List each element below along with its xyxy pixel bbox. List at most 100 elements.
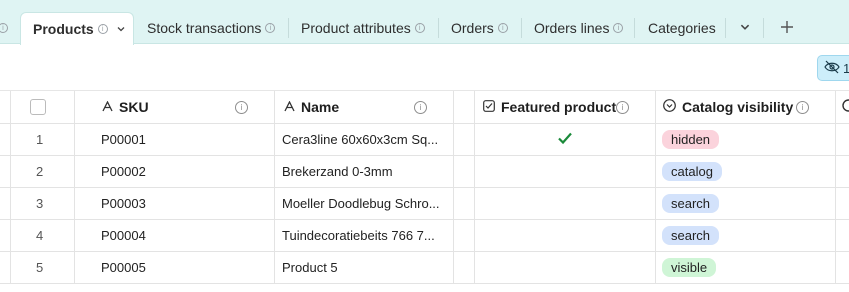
cell-visibility[interactable]: hidden — [656, 124, 836, 156]
info-icon: i — [0, 23, 8, 33]
select-field-icon — [663, 99, 676, 115]
info-icon[interactable]: i — [414, 101, 427, 114]
hide-fields-button[interactable]: 1 — [817, 55, 849, 81]
tab-label: Orders lines — [534, 20, 610, 36]
row-number-label: 2 — [36, 164, 44, 179]
sku-value: P00002 — [101, 164, 146, 179]
row-number[interactable]: 5 — [11, 252, 75, 284]
column-header-sku[interactable]: SKU i — [75, 91, 275, 124]
cell-name[interactable]: Moeller Doodlebug Schro... — [275, 188, 454, 220]
cell-sku[interactable]: P00005 — [75, 252, 275, 284]
cell-next — [836, 252, 849, 284]
cell-featured[interactable] — [475, 156, 656, 188]
info-icon[interactable]: i — [235, 101, 248, 114]
column-header-featured[interactable]: Featured product i — [475, 91, 656, 124]
status-badge: search — [662, 194, 720, 213]
plus-icon — [780, 20, 794, 37]
sku-value: P00004 — [101, 228, 146, 243]
sku-value: P00001 — [101, 132, 146, 147]
tab-label: Product attributes — [301, 20, 411, 36]
text-field-icon — [102, 99, 113, 115]
row-number[interactable]: 1 — [11, 124, 75, 156]
row-number-label: 3 — [36, 196, 44, 211]
cell-sku[interactable]: P00002 — [75, 156, 275, 188]
cell-next — [836, 124, 849, 156]
tab-divider — [521, 18, 522, 38]
tab-label: Orders — [451, 20, 494, 36]
select-all-header — [11, 91, 75, 124]
column-label: SKU — [119, 99, 149, 115]
tab-stock-transactions[interactable]: Stock transactions i — [147, 12, 276, 44]
cell-visibility[interactable]: search — [656, 220, 836, 252]
chevron-down-icon[interactable] — [116, 21, 126, 37]
info-icon: i — [613, 23, 624, 33]
row-number-label: 1 — [36, 132, 44, 147]
add-table-button[interactable] — [780, 12, 794, 44]
cell-visibility[interactable]: search — [656, 188, 836, 220]
tab-categories[interactable]: Categories — [648, 12, 716, 44]
info-icon: i — [265, 23, 276, 33]
row-number-label: 5 — [36, 260, 44, 275]
cell-spacer — [454, 220, 475, 252]
cell-featured[interactable] — [475, 188, 656, 220]
tab-orders-lines[interactable]: Orders lines i — [534, 12, 624, 44]
column-header-next[interactable] — [836, 91, 849, 124]
cell-sku[interactable]: P00004 — [75, 220, 275, 252]
cell-name[interactable]: Tuindecoratiebeits 766 7... — [275, 220, 454, 252]
cell-next — [836, 220, 849, 252]
tab-label: Products — [33, 21, 94, 37]
more-tabs-button[interactable] — [739, 12, 751, 44]
tab-label: Categories — [648, 20, 716, 36]
text-field-icon — [284, 99, 295, 115]
cell-spacer — [454, 124, 475, 156]
cell-next — [836, 188, 849, 220]
cell-visibility[interactable]: catalog — [656, 156, 836, 188]
tab-divider — [763, 18, 764, 38]
grid-edge — [0, 252, 11, 284]
status-badge: catalog — [662, 162, 722, 181]
tab-product-attributes[interactable]: Product attributes i — [301, 12, 425, 44]
column-spacer — [454, 91, 475, 124]
column-header-visibility[interactable]: Catalog visibility i — [656, 91, 836, 124]
tab-divider — [438, 18, 439, 38]
info-icon: i — [414, 23, 425, 33]
cell-visibility[interactable]: visible — [656, 252, 836, 284]
checkmark-icon — [557, 131, 573, 148]
tab-scroll-left[interactable]: i — [0, 12, 8, 44]
chevron-down-icon — [739, 20, 751, 36]
cell-name[interactable]: Product 5 — [275, 252, 454, 284]
tab-products[interactable]: Products i — [20, 12, 134, 45]
tab-label: Stock transactions — [147, 20, 262, 36]
name-value: Cera3line 60x60x3cm Sq... — [282, 132, 439, 147]
column-label: Catalog visibility — [682, 99, 794, 115]
grid-edge — [0, 220, 11, 252]
row-number[interactable]: 3 — [11, 188, 75, 220]
grid-edge — [0, 188, 11, 220]
checkbox-field-icon — [483, 99, 495, 115]
cell-name[interactable]: Cera3line 60x60x3cm Sq... — [275, 124, 454, 156]
info-icon[interactable]: i — [616, 101, 629, 114]
cell-spacer — [454, 156, 475, 188]
select-all-checkbox[interactable] — [29, 99, 46, 115]
cell-featured[interactable] — [475, 124, 656, 156]
name-value: Brekerzand 0-3mm — [282, 164, 393, 179]
cell-sku[interactable]: P00003 — [75, 188, 275, 220]
cell-sku[interactable]: P00001 — [75, 124, 275, 156]
cell-featured[interactable] — [475, 220, 656, 252]
cell-featured[interactable] — [475, 252, 656, 284]
eye-off-icon — [824, 60, 840, 77]
row-number[interactable]: 4 — [11, 220, 75, 252]
tab-orders[interactable]: Orders i — [451, 12, 508, 44]
row-number[interactable]: 2 — [11, 156, 75, 188]
cell-next — [836, 156, 849, 188]
info-icon: i — [97, 24, 108, 34]
info-icon: i — [497, 23, 508, 33]
hidden-fields-count: 1 — [843, 60, 849, 76]
cell-name[interactable]: Brekerzand 0-3mm — [275, 156, 454, 188]
grid-edge — [0, 156, 11, 188]
info-icon[interactable]: i — [796, 101, 809, 114]
column-header-name[interactable]: Name i — [275, 91, 454, 124]
name-value: Moeller Doodlebug Schro... — [282, 196, 440, 211]
field-type-icon — [842, 99, 849, 115]
sku-value: P00003 — [101, 196, 146, 211]
